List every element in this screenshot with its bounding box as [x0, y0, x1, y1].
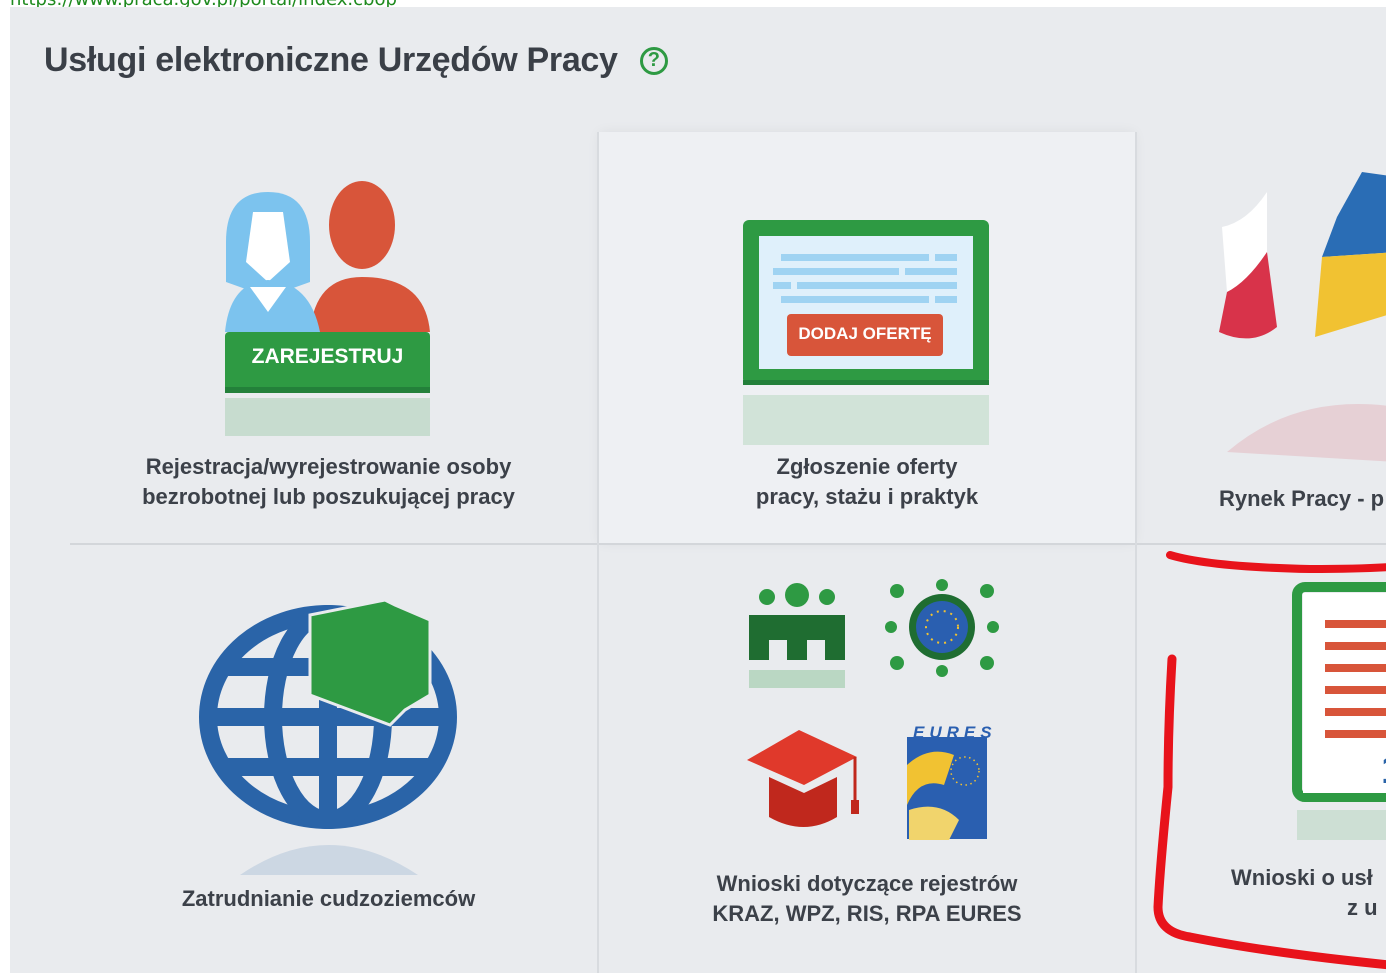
tile-services-label-2: z u	[1347, 895, 1378, 920]
tile-register-label-2: bezrobotnej lub poszukującej pracy	[142, 484, 515, 509]
page-title: Usługi elektroniczne Urzędów Pracy ?	[44, 41, 668, 80]
tile-foreigners-label: Zatrudnianie cudzoziemców	[181, 886, 476, 911]
tile-market[interactable]: Rynek Pracy - p	[1137, 132, 1386, 543]
tile-registries-label-2: KRAZ, WPZ, RIS, RPA EURES	[712, 901, 1022, 926]
tile-offer[interactable]: DODAJ OFERTĘ Zgłoszenie oferty pracy, st…	[599, 132, 1135, 543]
add-offer-button-text: DODAJ OFERTĘ	[798, 324, 932, 343]
eures-text: EURES	[913, 723, 997, 742]
tile-registries-label-1: Wnioski dotyczące rejestrów	[716, 871, 1018, 896]
services-panel: Usługi elektroniczne Urzędów Pracy ? ZAR…	[10, 7, 1386, 973]
svg-text:1: 1	[1381, 748, 1386, 792]
tile-register[interactable]: ZAREJESTRUJ Rejestracja/wyrejestrowanie …	[10, 132, 597, 543]
register-button-text: ZAREJESTRUJ	[251, 345, 404, 368]
tile-register-label-1: Rejestracja/wyrejestrowanie osoby	[145, 454, 512, 479]
help-icon[interactable]: ?	[639, 46, 668, 75]
tile-services-label-1: Wnioski o usł	[1231, 865, 1373, 890]
tile-registries[interactable]: EURES Wnioski dotyczące rejestrów KRAZ, …	[599, 545, 1135, 973]
tile-foreigners[interactable]: Zatrudnianie cudzoziemców	[10, 545, 597, 973]
tile-offer-label-1: Zgłoszenie oferty	[776, 454, 958, 479]
tile-services[interactable]: 1 Wnioski o usł z u	[1137, 545, 1386, 973]
page-title-text: Usługi elektroniczne Urzędów Pracy	[44, 41, 618, 79]
tile-market-label: Rynek Pracy - p	[1219, 486, 1385, 511]
tile-offer-label-2: pracy, stażu i praktyk	[755, 484, 979, 509]
flags-icon	[1219, 172, 1386, 462]
